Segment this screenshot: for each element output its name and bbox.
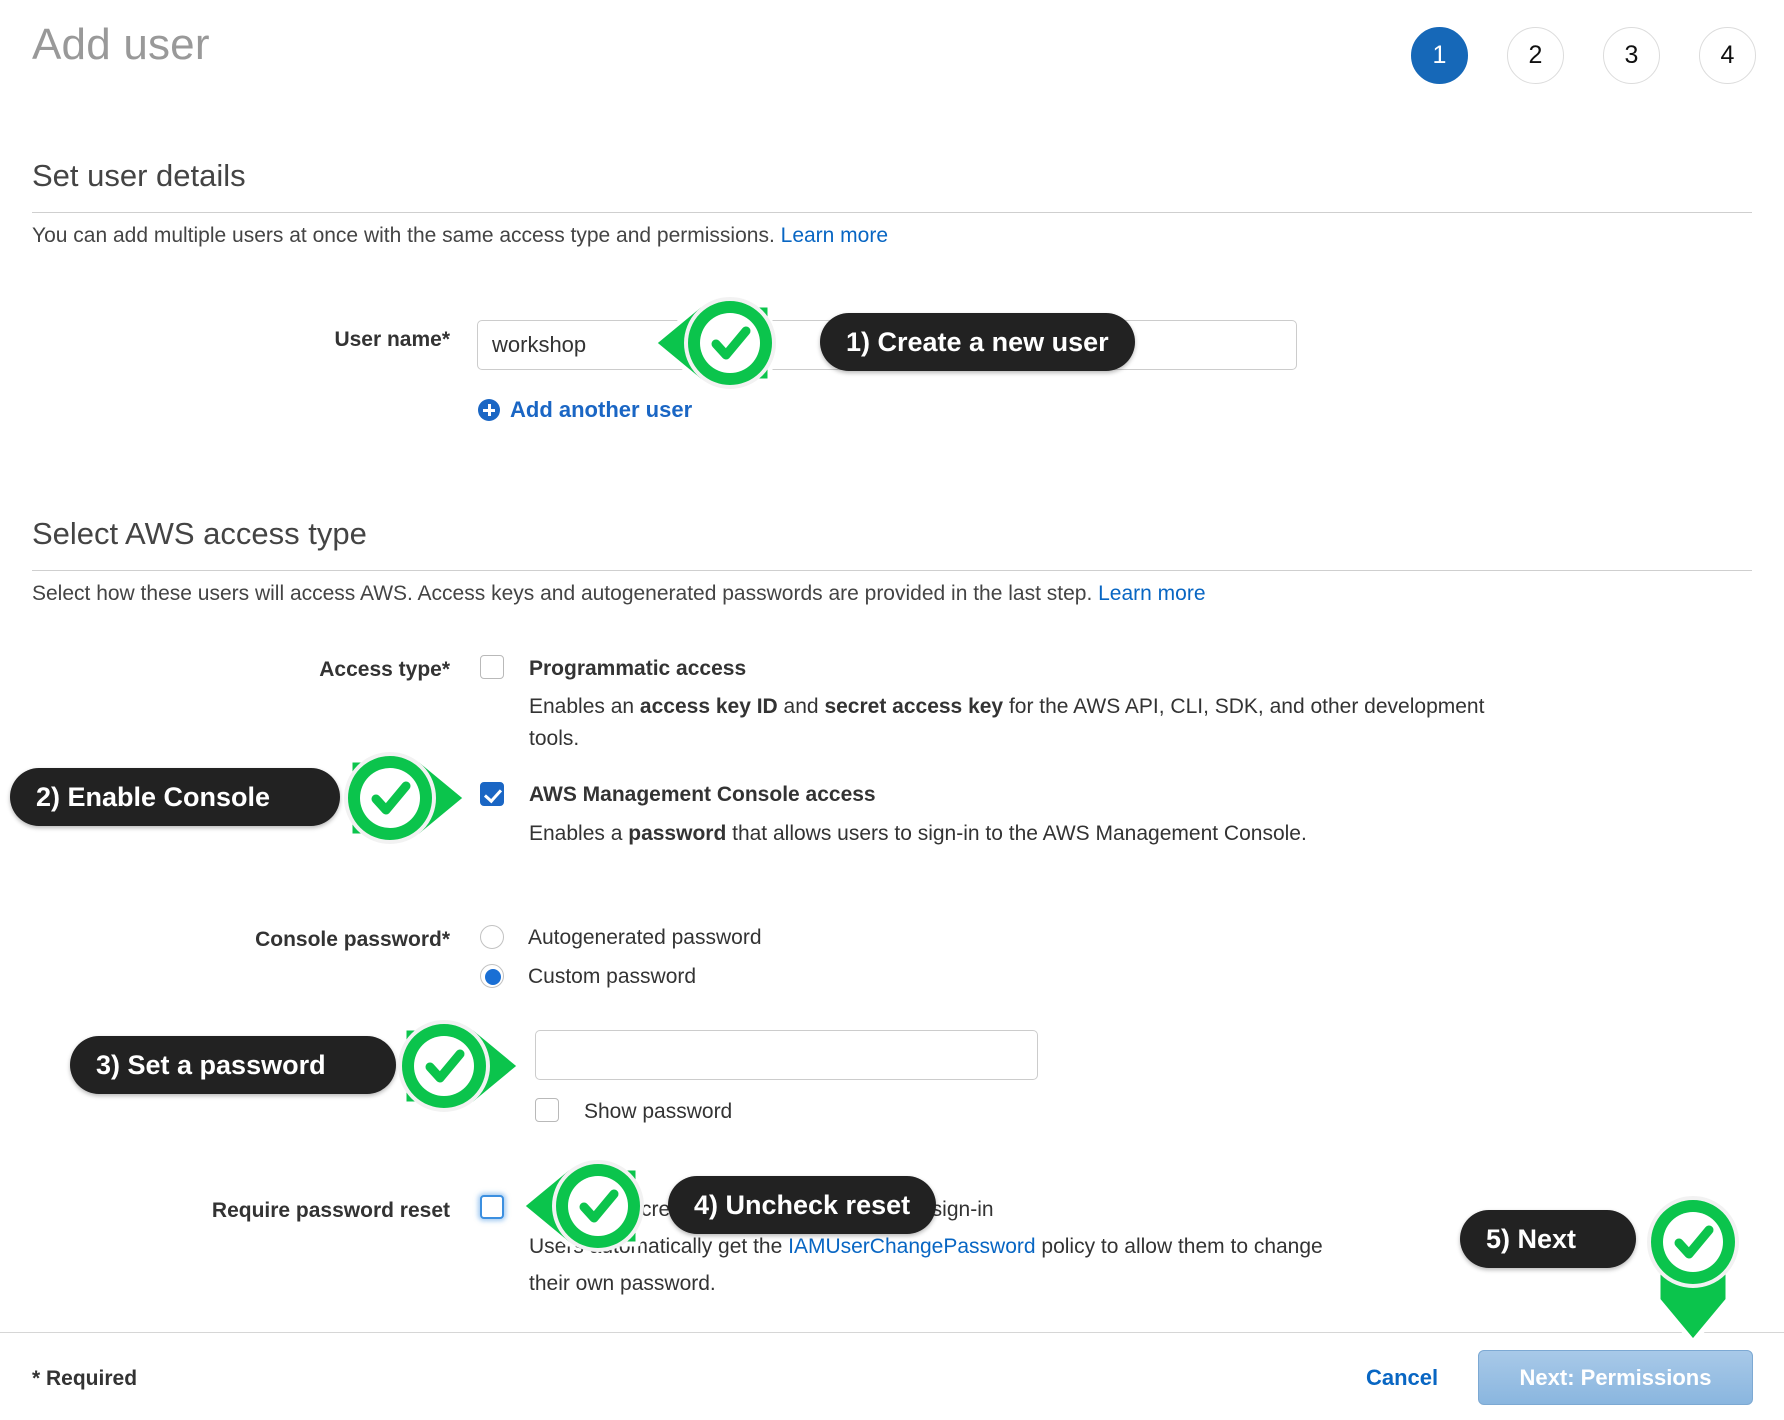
divider-access-type	[32, 570, 1752, 571]
console-access-description: Enables a password that allows users to …	[529, 818, 1629, 850]
add-another-user-link[interactable]: Add another user	[478, 397, 692, 423]
ca-desc-post: that allows users to sign-in to the AWS …	[726, 822, 1307, 845]
user-name-label: User name*	[300, 328, 450, 352]
require-password-reset-label: Require password reset	[160, 1199, 450, 1223]
annotation-1-check-badge	[640, 295, 820, 391]
annotation-5-check-badge	[1628, 1192, 1758, 1352]
console-password-label: Console password*	[150, 928, 450, 952]
console-access-title: AWS Management Console access	[529, 783, 876, 807]
annotation-4-label: 4) Uncheck reset	[668, 1176, 936, 1234]
autogenerated-password-label: Autogenerated password	[528, 926, 762, 950]
wizard-step-indicator: 1 2 3 4	[1411, 27, 1756, 84]
wizard-step-1[interactable]: 1	[1411, 27, 1468, 84]
custom-password-input[interactable]	[535, 1030, 1038, 1080]
wizard-step-3[interactable]: 3	[1603, 27, 1660, 84]
annotation-3-check-badge	[354, 1018, 544, 1114]
pa-desc-post: for the AWS API, CLI, SDK, and	[1003, 695, 1305, 718]
footer-divider	[0, 1332, 1784, 1333]
pa-desc-b1: access key ID	[640, 695, 778, 718]
pa-desc-pre: Enables an	[529, 695, 640, 718]
wizard-step-2-label: 2	[1529, 41, 1543, 70]
ca-desc-b: password	[628, 822, 726, 845]
password-reset-line3: their own password.	[529, 1272, 716, 1296]
programmatic-access-description: Enables an access key ID and secret acce…	[529, 691, 1509, 755]
wizard-step-2[interactable]: 2	[1507, 27, 1564, 84]
cancel-button[interactable]: Cancel	[1360, 1364, 1444, 1392]
iam-user-change-password-link[interactable]: IAMUserChangePassword	[788, 1235, 1035, 1258]
add-another-user-label: Add another user	[510, 397, 692, 423]
page-title: Add user	[32, 20, 210, 70]
wizard-step-4-label: 4	[1721, 41, 1735, 70]
pr-line2-post: policy to allow them to change	[1036, 1235, 1323, 1258]
access-type-learn-more-link[interactable]: Learn more	[1098, 582, 1205, 605]
checkbox-programmatic-access[interactable]	[480, 655, 504, 679]
wizard-step-4[interactable]: 4	[1699, 27, 1756, 84]
annotation-1-label: 1) Create a new user	[820, 313, 1135, 371]
add-user-wizard-page: Add user 1 2 3 4 Set user details You ca…	[0, 0, 1784, 1420]
required-note: * Required	[32, 1367, 137, 1391]
access-type-description-text: Select how these users will access AWS. …	[32, 582, 1092, 605]
access-type-description: Select how these users will access AWS. …	[32, 582, 1206, 606]
wizard-step-3-label: 3	[1625, 41, 1639, 70]
annotation-5-label: 5) Next	[1460, 1210, 1636, 1268]
pa-desc-b2: secret access key	[824, 695, 1003, 718]
annotation-4-check-badge	[508, 1158, 688, 1254]
user-details-description: You can add multiple users at once with …	[32, 224, 888, 248]
wizard-step-1-label: 1	[1433, 41, 1447, 70]
show-password-label: Show password	[584, 1100, 732, 1124]
radio-autogenerated-password[interactable]	[480, 925, 504, 949]
annotation-2-label: 2) Enable Console	[10, 768, 340, 826]
pa-desc-mid: and	[778, 695, 825, 718]
divider-user-details	[32, 212, 1752, 213]
section-title-access-type: Select AWS access type	[32, 516, 367, 552]
programmatic-access-title: Programmatic access	[529, 657, 746, 681]
user-details-learn-more-link[interactable]: Learn more	[781, 224, 888, 247]
next-permissions-button[interactable]: Next: Permissions	[1478, 1350, 1753, 1405]
annotation-3-label: 3) Set a password	[70, 1036, 396, 1094]
user-details-description-text: You can add multiple users at once with …	[32, 224, 775, 247]
access-type-label: Access type*	[220, 658, 450, 682]
annotation-2-check-badge	[300, 750, 490, 846]
radio-custom-password[interactable]	[480, 964, 504, 988]
section-title-user-details: Set user details	[32, 158, 246, 194]
custom-password-label: Custom password	[528, 965, 696, 989]
plus-circle-icon	[478, 399, 500, 421]
checkbox-require-password-reset[interactable]	[480, 1195, 504, 1219]
ca-desc-pre: Enables a	[529, 822, 628, 845]
